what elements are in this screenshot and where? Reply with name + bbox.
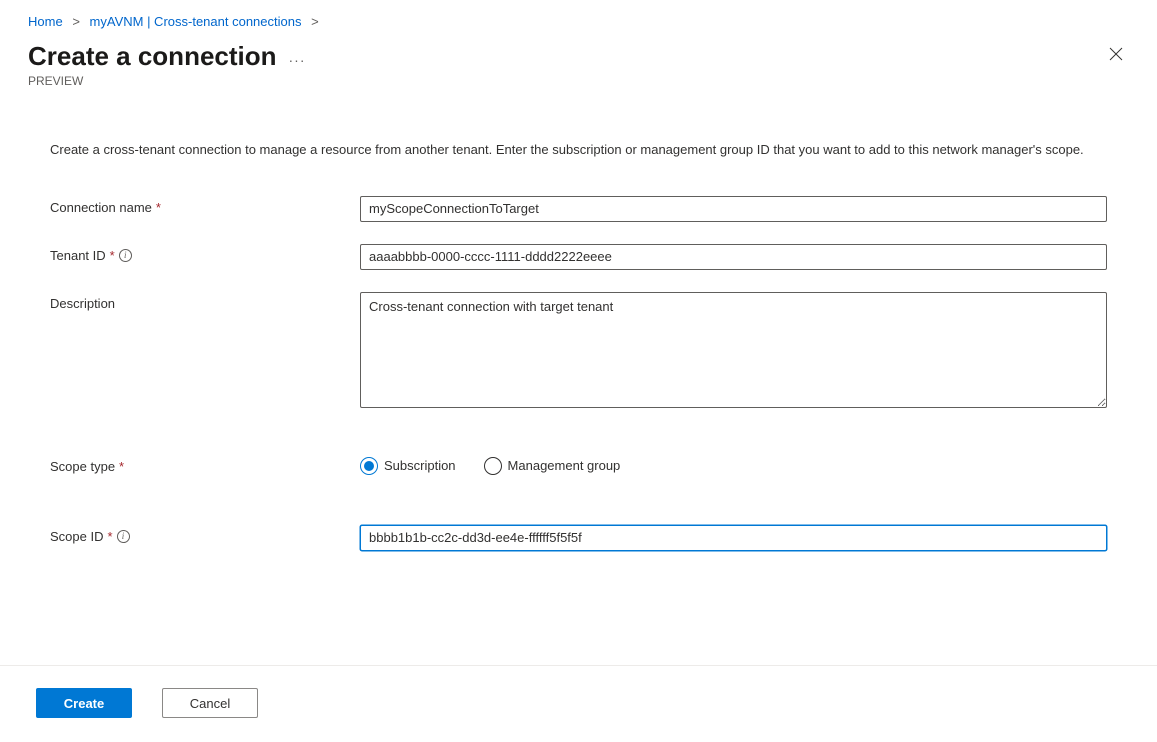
cancel-button[interactable]: Cancel xyxy=(162,688,258,718)
footer-separator xyxy=(0,665,1157,666)
scope-type-radio-group: Subscription Management group xyxy=(360,455,1107,475)
required-indicator: * xyxy=(156,200,161,215)
form-content: Create a cross-tenant connection to mana… xyxy=(0,88,1157,593)
radio-subscription-label: Subscription xyxy=(384,458,456,473)
page-title: Create a connection xyxy=(28,41,277,72)
more-icon[interactable]: ··· xyxy=(289,46,306,68)
required-indicator: * xyxy=(107,529,112,544)
description-input[interactable]: Cross-tenant connection with target tena… xyxy=(360,292,1107,408)
info-icon[interactable]: i xyxy=(119,249,132,262)
radio-subscription[interactable]: Subscription xyxy=(360,457,456,475)
chevron-right-icon: > xyxy=(72,14,80,29)
required-indicator: * xyxy=(119,459,124,474)
required-indicator: * xyxy=(110,248,115,263)
page-header: Create a connection ··· PREVIEW xyxy=(0,33,1157,88)
radio-management-group[interactable]: Management group xyxy=(484,457,621,475)
breadcrumb-parent[interactable]: myAVNM | Cross-tenant connections xyxy=(90,14,302,29)
row-scope-id: Scope ID * i xyxy=(50,525,1107,551)
preview-badge: PREVIEW xyxy=(28,74,306,88)
label-scope-type: Scope type * xyxy=(50,455,360,474)
footer: Create Cancel xyxy=(0,672,1157,742)
scope-id-input[interactable] xyxy=(360,525,1107,551)
connection-name-input[interactable] xyxy=(360,196,1107,222)
radio-unselected-icon xyxy=(484,457,502,475)
intro-text: Create a cross-tenant connection to mana… xyxy=(50,140,1100,160)
create-button[interactable]: Create xyxy=(36,688,132,718)
row-description: Description Cross-tenant connection with… xyxy=(50,292,1107,411)
row-connection-name: Connection name * xyxy=(50,196,1107,222)
row-scope-type: Scope type * Subscription Management gro… xyxy=(50,455,1107,475)
tenant-id-input[interactable] xyxy=(360,244,1107,270)
breadcrumb: Home > myAVNM | Cross-tenant connections… xyxy=(0,0,1157,33)
breadcrumb-home[interactable]: Home xyxy=(28,14,63,29)
info-icon[interactable]: i xyxy=(117,530,130,543)
label-description: Description xyxy=(50,292,360,311)
label-scope-id: Scope ID * i xyxy=(50,525,360,544)
chevron-right-icon: > xyxy=(311,14,319,29)
label-connection-name: Connection name * xyxy=(50,196,360,215)
radio-management-group-label: Management group xyxy=(508,458,621,473)
label-tenant-id: Tenant ID * i xyxy=(50,244,360,263)
row-tenant-id: Tenant ID * i xyxy=(50,244,1107,270)
radio-selected-icon xyxy=(360,457,378,475)
close-icon[interactable] xyxy=(1103,41,1129,70)
